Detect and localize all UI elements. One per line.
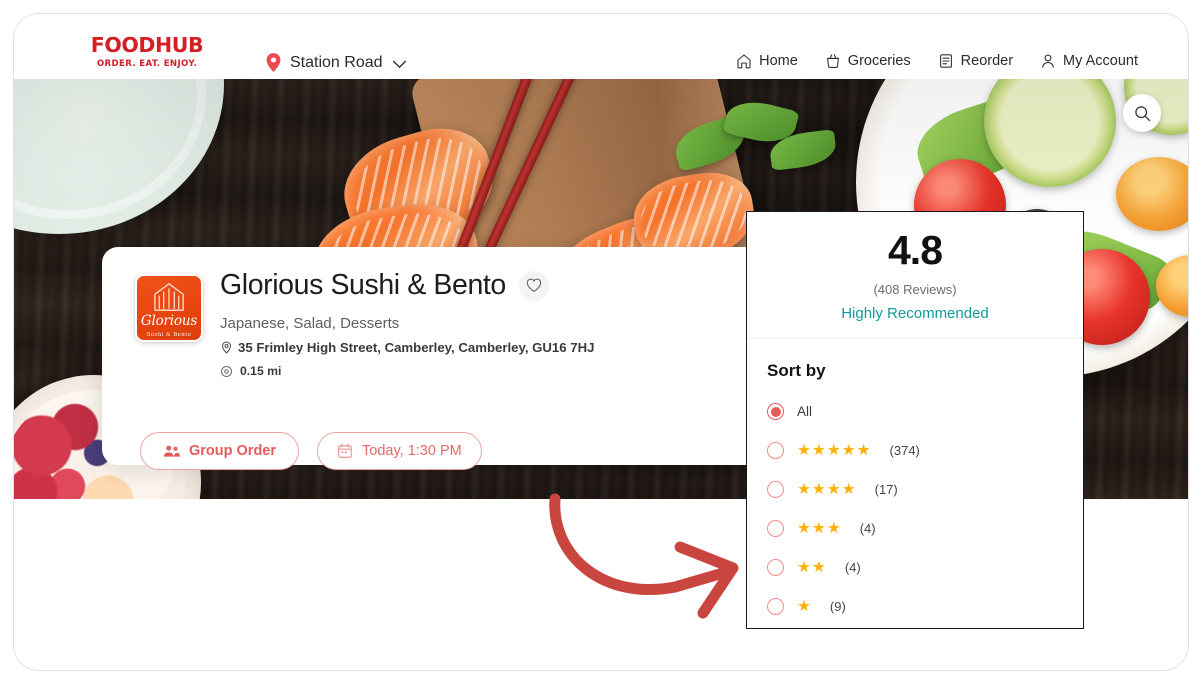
annotation-arrow-icon (549, 493, 739, 619)
star-icon: ★ (797, 597, 811, 615)
star-rating: ★ ★ ★ ★ ★ (797, 443, 871, 459)
rating-recommendation[interactable]: Highly Recommended (747, 305, 1083, 322)
rating-filter-option[interactable]: ★ ★ ★ (4) (747, 509, 1083, 548)
restaurant-logo: Glorious Sushi & Bento (135, 274, 203, 342)
star-icon: ★ (826, 519, 841, 537)
star-rating: ★ ★ ★ ★ (797, 482, 856, 498)
star-icon: ★ (811, 519, 826, 537)
star-rating: ★ (797, 599, 811, 615)
radio-button[interactable] (767, 481, 784, 498)
restaurant-address: 35 Frimley High Street, Camberley, Cambe… (238, 340, 595, 355)
star-icon: ★ (797, 441, 811, 459)
star-icon: ★ (826, 480, 841, 498)
star-icon: ★ (856, 441, 871, 459)
star-icon: ★ (841, 441, 856, 459)
schedule-time-label: Today, 1:30 PM (362, 443, 462, 459)
nav-label-groceries: Groceries (847, 53, 911, 69)
restaurant-address-row: 35 Frimley High Street, Camberley, Cambe… (220, 340, 594, 355)
star-rating: ★ ★ (797, 560, 826, 576)
star-icon: ★ (811, 480, 826, 498)
restaurant-logo-sub: Sushi & Bento (146, 331, 192, 338)
location-label: Station Road (290, 53, 383, 71)
radio-button[interactable] (767, 403, 784, 420)
nav-label-home: Home (759, 53, 798, 69)
schedule-time-button[interactable]: Today, 1:30 PM (317, 432, 482, 470)
site-header: FOODHUB ORDER. EAT. ENJOY. Station Road … (14, 14, 1188, 79)
rating-filter-count: (4) (859, 521, 876, 536)
logo-tagline: ORDER. EAT. ENJOY. (96, 58, 198, 69)
star-icon: ★ (797, 558, 811, 576)
star-icon: ★ (797, 480, 811, 498)
nav-item-groceries[interactable]: Groceries (825, 53, 911, 69)
star-icon: ★ (826, 441, 841, 459)
logo-wordmark: FOODHUB (90, 33, 204, 57)
radio-button[interactable] (767, 520, 784, 537)
star-icon: ★ (811, 558, 826, 576)
rating-filter-count: (17) (874, 482, 898, 497)
rating-score: 4.8 (888, 227, 943, 273)
restaurant-distance-row: 0.15 mi (220, 364, 281, 378)
nav-item-my-account[interactable]: My Account (1040, 53, 1138, 69)
restaurant-distance: 0.15 mi (240, 364, 282, 378)
cuisine-list: Japanese, Salad, Desserts (220, 315, 400, 332)
calendar-icon (338, 443, 352, 458)
heart-icon (526, 278, 542, 292)
radio-button[interactable] (767, 598, 784, 615)
receipt-icon (939, 54, 952, 68)
radio-button[interactable] (767, 559, 784, 576)
page-title: Glorious Sushi & Bento (220, 269, 506, 301)
search-icon (1134, 105, 1150, 121)
restaurant-actions: Group Order Today, 1:30 PM (140, 432, 482, 470)
star-icon: ★ (811, 441, 826, 459)
nav-item-reorder[interactable]: Reorder (938, 53, 1013, 69)
rating-filter-label: All (797, 404, 813, 419)
rating-filter-count: (9) (829, 599, 846, 614)
restaurant-logo-mark (154, 283, 184, 311)
rating-summary: 4.8 (408 Reviews) Highly Recommended (747, 212, 1083, 339)
restaurant-title-row: Glorious Sushi & Bento (220, 269, 549, 302)
star-icon: ★ (797, 519, 811, 537)
rating-filter-count: (374) (889, 443, 920, 458)
sort-by-heading: Sort by (767, 361, 826, 380)
star-rating: ★ ★ ★ (797, 521, 841, 537)
rating-filter-option[interactable]: ★ ★ (4) (747, 548, 1083, 587)
search-button[interactable] (1123, 94, 1161, 132)
rating-filter-option[interactable]: ★ (9) (747, 587, 1083, 626)
map-pin-icon (221, 341, 232, 354)
rating-filter-option[interactable]: All (747, 392, 1083, 431)
main-nav: Home Groceries Reorder My Account (736, 53, 1138, 69)
rating-filter-options: All ★ ★ ★ ★ ★ (374) ★ ★ ★ ★ (17) ★ ★ ★ (4) ★ ★ (4) ★ (9) (747, 392, 1083, 626)
radio-button[interactable] (767, 442, 784, 459)
home-icon (737, 54, 751, 69)
star-icon: ★ (841, 480, 856, 498)
page-frame: FOODHUB ORDER. EAT. ENJOY. Station Road … (13, 13, 1189, 671)
group-order-button[interactable]: Group Order (140, 432, 300, 470)
rating-review-count: (408 Reviews) (873, 282, 957, 297)
rating-filter-option[interactable]: ★ ★ ★ ★ (17) (747, 470, 1083, 509)
rating-filter-option[interactable]: ★ ★ ★ ★ ★ (374) (747, 431, 1083, 470)
ratings-filter-panel: 4.8 (408 Reviews) Highly Recommended Sor… (746, 211, 1084, 629)
foodhub-logo[interactable]: FOODHUB ORDER. EAT. ENJOY. (87, 35, 207, 69)
basket-icon (826, 54, 839, 68)
favorite-button[interactable] (518, 270, 549, 301)
location-pin-icon (266, 53, 281, 72)
person-icon (1042, 54, 1054, 68)
group-icon (163, 445, 180, 457)
distance-icon (220, 365, 233, 377)
group-order-label: Group Order (189, 443, 277, 459)
restaurant-logo-name: Glorious (140, 313, 198, 329)
nav-label-reorder: Reorder (960, 53, 1014, 69)
chevron-down-icon (392, 60, 406, 68)
rating-filter-count: (4) (844, 560, 861, 575)
location-selector[interactable]: Station Road (266, 53, 407, 72)
nav-label-my-account: My Account (1063, 53, 1138, 69)
nav-item-home[interactable]: Home (736, 53, 798, 69)
